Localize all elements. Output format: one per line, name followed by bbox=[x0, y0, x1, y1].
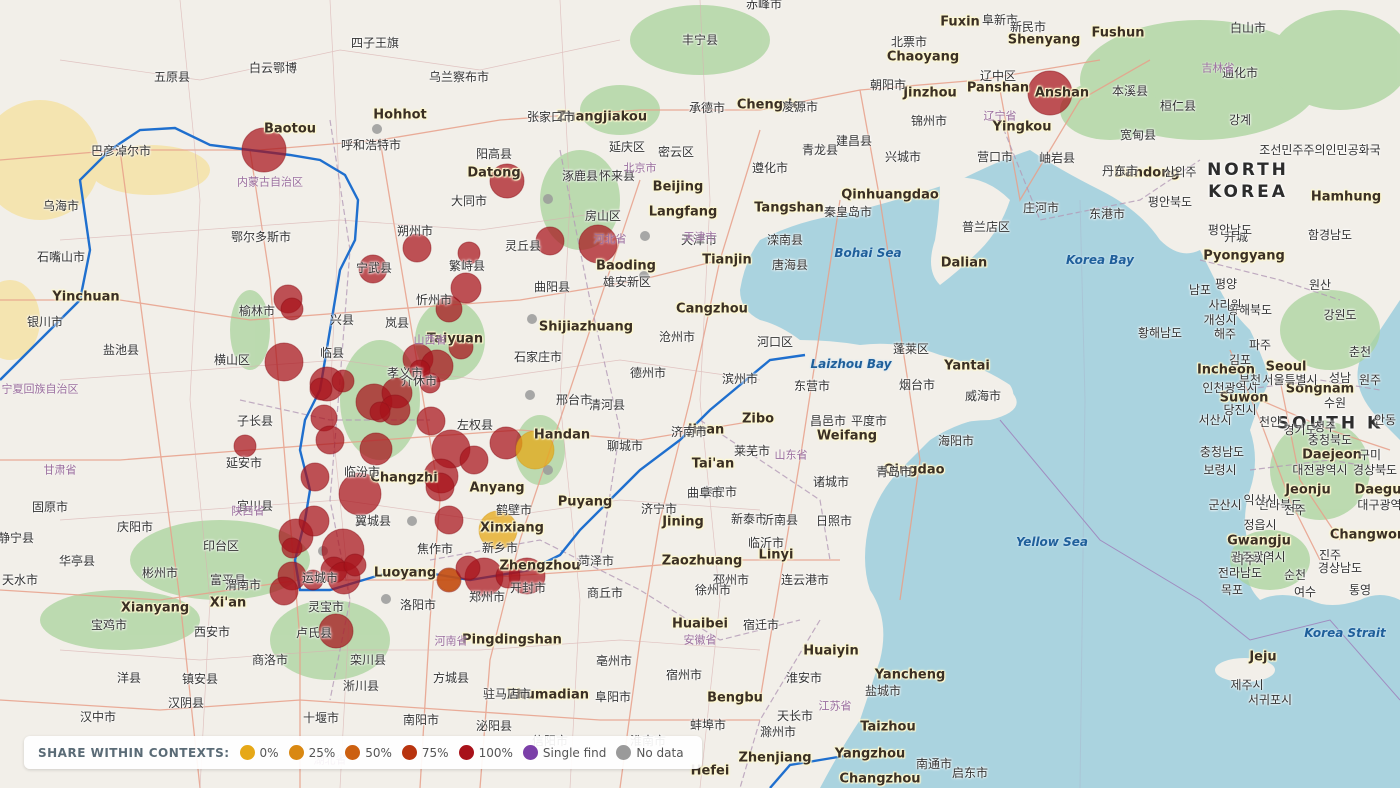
find-marker[interactable] bbox=[233, 434, 257, 458]
legend-item-0: 0% bbox=[239, 745, 279, 760]
no-data-marker[interactable] bbox=[640, 231, 650, 241]
find-marker[interactable] bbox=[331, 369, 355, 393]
find-marker[interactable] bbox=[457, 241, 481, 265]
jeju-island bbox=[1215, 658, 1275, 682]
find-marker[interactable] bbox=[402, 233, 432, 263]
find-marker[interactable] bbox=[425, 472, 455, 502]
find-marker[interactable] bbox=[448, 334, 474, 360]
find-marker[interactable] bbox=[416, 406, 446, 436]
find-marker[interactable] bbox=[309, 377, 333, 401]
find-marker[interactable] bbox=[1027, 70, 1073, 116]
legend-label-100: 100% bbox=[478, 745, 513, 760]
legend-swatch-single-find bbox=[522, 745, 538, 760]
legend: SHARE WITHIN CONTEXTS: 0% 25% 50% 75% 10… bbox=[24, 736, 702, 769]
find-marker[interactable] bbox=[298, 505, 330, 537]
find-marker[interactable] bbox=[302, 569, 324, 591]
find-marker[interactable] bbox=[409, 359, 431, 381]
legend-item-100: 100% bbox=[458, 745, 513, 760]
find-marker[interactable] bbox=[455, 555, 481, 581]
find-marker[interactable] bbox=[489, 163, 525, 199]
no-data-marker[interactable] bbox=[381, 594, 391, 604]
desert-areas bbox=[0, 100, 210, 360]
find-marker[interactable] bbox=[459, 445, 489, 475]
legend-label-0: 0% bbox=[259, 745, 279, 760]
find-marker[interactable] bbox=[315, 425, 345, 455]
find-marker[interactable] bbox=[515, 430, 555, 470]
find-marker[interactable] bbox=[434, 505, 464, 535]
find-marker[interactable] bbox=[343, 553, 367, 577]
no-data-marker[interactable] bbox=[407, 516, 417, 526]
legend-item-no-data: No data bbox=[616, 745, 684, 760]
find-marker[interactable] bbox=[435, 295, 463, 323]
find-marker[interactable] bbox=[280, 297, 304, 321]
legend-swatch-50 bbox=[345, 745, 361, 760]
legend-swatch-no-data bbox=[616, 745, 632, 760]
find-marker[interactable] bbox=[318, 613, 354, 649]
no-data-marker[interactable] bbox=[525, 390, 535, 400]
find-marker[interactable] bbox=[264, 342, 304, 382]
legend-swatch-0 bbox=[239, 745, 255, 760]
legend-label-25: 25% bbox=[308, 745, 336, 760]
map-canvas[interactable]: Bohai Sea Korea Bay Laizhou Bay Yellow Sea K… bbox=[0, 0, 1400, 788]
find-marker[interactable] bbox=[241, 127, 287, 173]
find-marker[interactable] bbox=[359, 432, 393, 466]
find-marker[interactable] bbox=[495, 563, 521, 589]
find-marker[interactable] bbox=[578, 224, 618, 264]
find-marker[interactable] bbox=[338, 472, 382, 516]
map-basemap bbox=[0, 0, 1400, 788]
legend-item-25: 25% bbox=[288, 745, 336, 760]
legend-swatch-100 bbox=[458, 745, 474, 760]
no-data-marker[interactable] bbox=[527, 314, 537, 324]
find-marker[interactable] bbox=[358, 254, 388, 284]
no-data-marker[interactable] bbox=[639, 271, 649, 281]
find-marker[interactable] bbox=[269, 576, 299, 606]
no-data-marker[interactable] bbox=[372, 124, 382, 134]
find-marker[interactable] bbox=[478, 510, 518, 550]
find-marker[interactable] bbox=[300, 462, 330, 492]
legend-label-50: 50% bbox=[365, 745, 392, 760]
legend-label-no-data: No data bbox=[636, 745, 684, 760]
find-marker[interactable] bbox=[369, 401, 391, 423]
legend-swatch-25 bbox=[288, 745, 304, 760]
no-data-marker[interactable] bbox=[543, 194, 553, 204]
legend-title: SHARE WITHIN CONTEXTS: bbox=[38, 745, 230, 760]
legend-item-50: 50% bbox=[345, 745, 392, 760]
legend-label-75: 75% bbox=[421, 745, 449, 760]
legend-label-single-find: Single find bbox=[542, 745, 607, 760]
legend-swatch-75 bbox=[401, 745, 417, 760]
find-marker[interactable] bbox=[281, 537, 303, 559]
legend-item-single-find: Single find bbox=[522, 745, 607, 760]
find-marker[interactable] bbox=[535, 226, 565, 256]
legend-item-75: 75% bbox=[401, 745, 449, 760]
